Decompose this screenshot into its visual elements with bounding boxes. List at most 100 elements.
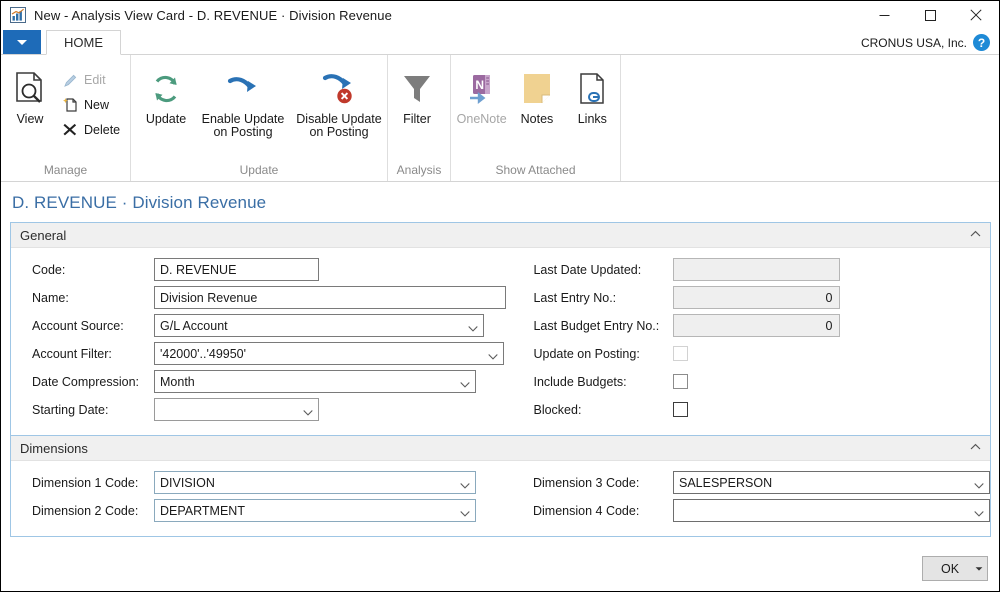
chevron-up-icon[interactable] <box>970 442 981 454</box>
disable-update-on-posting-button[interactable]: Disable Update on Posting <box>291 60 387 139</box>
field-date-compression-dropdown[interactable]: Month <box>154 370 476 393</box>
field-last-budget-entry-no-value: 0 <box>825 318 833 333</box>
refresh-circular-arrows-icon <box>149 66 183 112</box>
field-last-date-updated: Last Date Updated: <box>533 257 990 282</box>
new-button-label: New <box>84 98 110 112</box>
dimensions-fasttab-header[interactable]: Dimensions <box>11 436 990 461</box>
general-left-column: Code: D. REVENUE Name: Division Revenue … <box>11 257 520 425</box>
field-dimension-2-code-label: Dimension 2 Code: <box>32 503 139 518</box>
field-dimension-4-code-label: Dimension 4 Code: <box>533 503 640 518</box>
onenote-button[interactable]: N OneNote <box>454 60 509 126</box>
links-button[interactable]: Links <box>565 60 620 126</box>
field-name-input[interactable]: Division Revenue <box>154 286 506 309</box>
blue-arrow-right-icon <box>225 66 261 112</box>
dimensions-left-column: Dimension 1 Code: DIVISION Dimension 2 C… <box>11 470 520 526</box>
field-code-value: D. REVENUE <box>160 262 237 277</box>
window-controls <box>861 1 999 29</box>
application-menu-button[interactable] <box>3 30 41 54</box>
filter-button[interactable]: Filter <box>388 60 446 126</box>
field-dimension-2-code: Dimension 2 Code: DEPARTMENT <box>32 498 520 523</box>
field-code: Code: D. REVENUE <box>32 257 520 282</box>
ribbon-group-analysis: Filter Analysis <box>387 55 450 181</box>
ribbon-group-show-attached: N OneNote Notes Links Show Attached <box>450 55 620 181</box>
field-account-source-label: Account Source: <box>32 318 124 333</box>
chevron-down-icon <box>303 405 313 416</box>
field-include-budgets-label: Include Budgets: <box>533 374 627 389</box>
general-fasttab-header[interactable]: General <box>11 223 990 248</box>
field-starting-date-dropdown[interactable] <box>154 398 319 421</box>
field-starting-date-label: Starting Date: <box>32 402 109 417</box>
chevron-down-icon <box>488 349 498 360</box>
field-code-label: Code: <box>32 262 66 277</box>
field-last-budget-entry-no: Last Budget Entry No.: 0 <box>533 313 990 338</box>
field-last-entry-no-value-box: 0 <box>673 286 841 309</box>
delete-button[interactable]: Delete <box>59 119 128 141</box>
blocked-checkbox[interactable] <box>673 402 689 417</box>
chevron-up-icon[interactable] <box>970 229 981 241</box>
analysis-view-card-window: New - Analysis View Card - D. REVENUE · … <box>0 0 1000 592</box>
maximize-button[interactable] <box>907 1 953 29</box>
minimize-button[interactable] <box>861 1 907 29</box>
field-dimension-3-code-dropdown[interactable]: SALESPERSON <box>673 471 990 494</box>
field-last-entry-no-value: 0 <box>825 290 833 305</box>
field-date-compression-label: Date Compression: <box>32 374 139 389</box>
field-dimension-2-code-dropdown[interactable]: DEPARTMENT <box>154 499 476 522</box>
dimensions-right-column: Dimension 3 Code: SALESPERSON Dimension … <box>520 470 990 526</box>
funnel-filter-icon <box>401 66 433 112</box>
chevron-down-icon <box>468 321 478 332</box>
ribbon-group-manage-title: Manage <box>43 163 88 177</box>
notes-button[interactable]: Notes <box>509 60 564 126</box>
page-body: D. REVENUE · Division Revenue General Co… <box>1 182 999 590</box>
field-dimension-3-code-label: Dimension 3 Code: <box>533 475 640 490</box>
field-starting-date: Starting Date: <box>32 397 520 422</box>
chevron-down-icon <box>460 478 470 489</box>
dimensions-fasttab-title: Dimensions <box>20 440 88 456</box>
field-dimension-1-code-dropdown[interactable]: DIVISION <box>154 471 476 494</box>
chevron-down-icon <box>17 39 27 45</box>
enable-update-on-posting-button[interactable]: Enable Update on Posting <box>195 60 291 139</box>
company-name-label: CRONUS USA, Inc. <box>860 36 967 50</box>
field-account-source-dropdown[interactable]: G/L Account <box>154 314 484 337</box>
field-account-source: Account Source: G/L Account <box>32 313 520 338</box>
ribbon-tab-strip: HOME CRONUS USA, Inc. ? <box>1 29 999 55</box>
page-title: D. REVENUE · Division Revenue <box>12 193 267 212</box>
include-budgets-checkbox[interactable] <box>673 374 689 389</box>
field-dimension-2-code-value: DEPARTMENT <box>160 503 245 518</box>
enable-update-on-posting-label: Enable Update on Posting <box>201 112 285 139</box>
chevron-down-icon <box>974 478 984 489</box>
ok-button[interactable]: OK <box>922 556 988 581</box>
new-page-icon <box>61 96 79 114</box>
edit-button[interactable]: Edit <box>59 69 128 91</box>
title-bar: New - Analysis View Card - D. REVENUE · … <box>1 1 999 29</box>
edit-button-label: Edit <box>84 73 106 87</box>
field-last-entry-no-label: Last Entry No.: <box>533 290 617 305</box>
field-name-value: Division Revenue <box>160 290 258 305</box>
view-button-label: View <box>16 112 44 126</box>
field-last-budget-entry-no-label: Last Budget Entry No.: <box>533 318 660 333</box>
field-code-input[interactable]: D. REVENUE <box>154 258 319 281</box>
chevron-down-icon <box>460 377 470 388</box>
notes-button-label: Notes <box>520 112 554 126</box>
field-update-on-posting: Update on Posting: <box>533 341 990 366</box>
ribbon-group-analysis-title: Analysis <box>396 163 442 177</box>
field-account-filter-dropdown[interactable]: '42000'..'49950' <box>154 342 504 365</box>
ribbon-group-update-title: Update <box>239 163 279 177</box>
ok-split-chevron-down-icon[interactable] <box>971 557 987 580</box>
chart-icon <box>10 7 26 23</box>
manage-small-buttons: Edit New Delete <box>59 60 128 141</box>
field-dimension-4-code-dropdown[interactable] <box>673 499 990 522</box>
field-blocked-label: Blocked: <box>533 402 582 417</box>
disable-update-on-posting-label: Disable Update on Posting <box>296 112 382 139</box>
tab-home[interactable]: HOME <box>46 30 121 55</box>
onenote-button-label: OneNote <box>456 112 507 126</box>
help-icon[interactable]: ? <box>973 34 990 51</box>
chevron-down-icon <box>460 506 470 517</box>
view-button[interactable]: View <box>1 60 59 126</box>
delete-x-icon <box>61 121 79 139</box>
field-account-filter-label: Account Filter: <box>32 346 112 361</box>
update-button[interactable]: Update <box>137 60 195 126</box>
general-fasttab-body: Code: D. REVENUE Name: Division Revenue … <box>11 248 990 435</box>
view-page-magnifier-icon <box>13 66 47 112</box>
new-button[interactable]: New <box>59 94 128 116</box>
close-button[interactable] <box>953 1 999 29</box>
